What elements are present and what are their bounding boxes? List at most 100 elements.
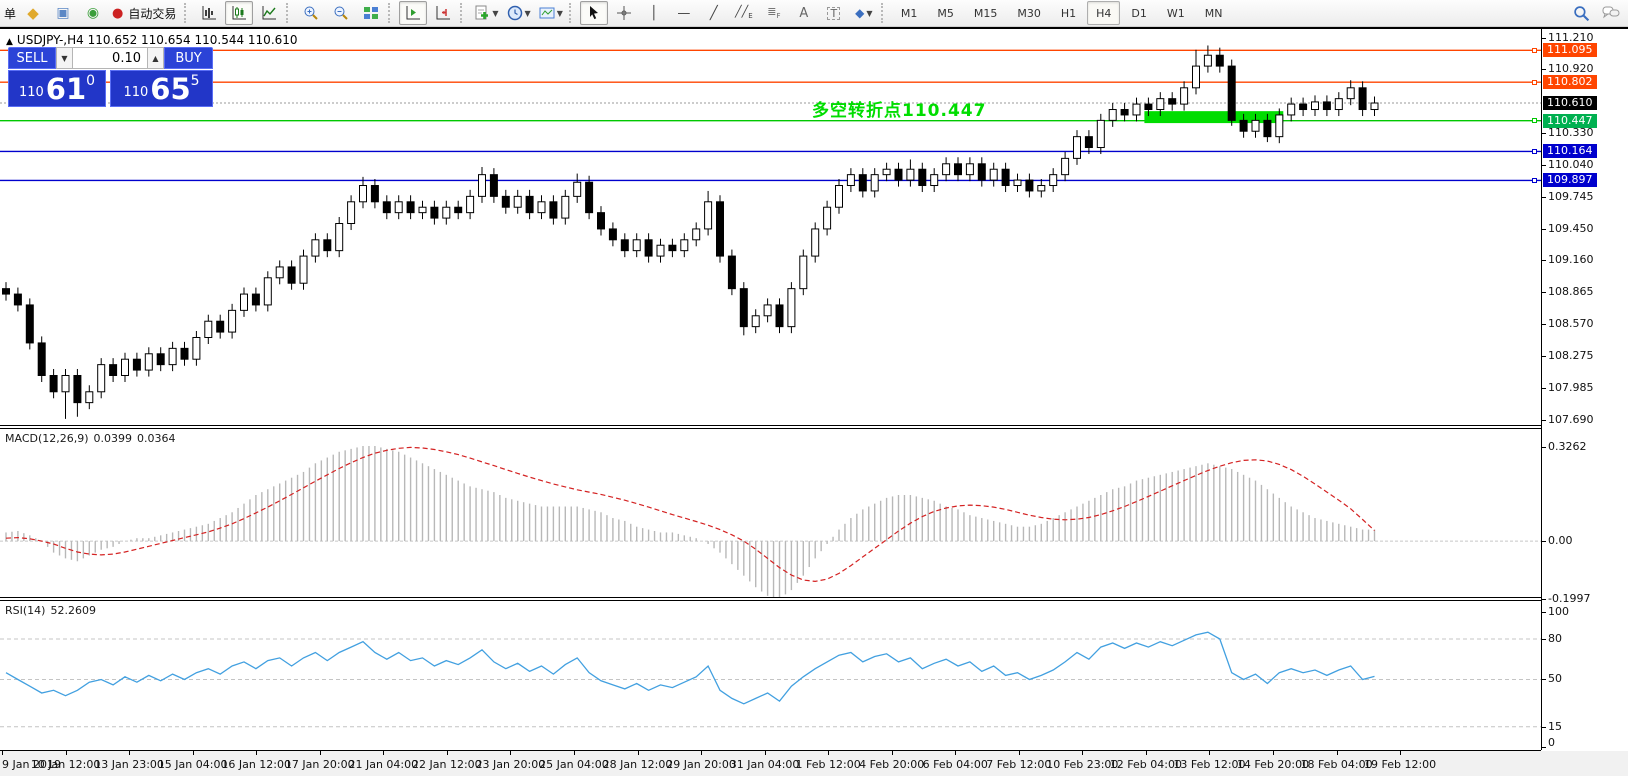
- candle: [38, 343, 45, 376]
- time-tick-mark: [574, 751, 575, 755]
- arrows-button[interactable]: ◆▼: [850, 1, 878, 25]
- axis-tick-mark: [1542, 612, 1546, 613]
- macd-panel[interactable]: MACD(12,26,9)0.03990.0364: [0, 429, 1541, 597]
- timeframe-button-MN[interactable]: MN: [1196, 1, 1232, 25]
- candlestick-chart-icon[interactable]: [225, 1, 253, 25]
- timeframe-button-M5[interactable]: M5: [928, 1, 963, 25]
- fibonacci-icon[interactable]: ≣F: [760, 1, 788, 25]
- text-label-icon[interactable]: T: [820, 1, 848, 25]
- time-tick-mark: [2, 751, 3, 755]
- candle: [371, 186, 378, 202]
- candle: [1145, 104, 1152, 109]
- volume-down-button[interactable]: ▼: [56, 47, 73, 69]
- candle: [252, 294, 259, 305]
- crosshair-icon[interactable]: [610, 1, 638, 25]
- candle: [669, 245, 676, 250]
- price-panel[interactable]: ▲USDJPY-,H4 110.652 110.654 110.544 110.…: [0, 29, 1541, 425]
- candle: [955, 164, 962, 175]
- timeframe-button-D1[interactable]: D1: [1122, 1, 1155, 25]
- text-icon[interactable]: A: [790, 1, 818, 25]
- axis-tick-mark: [1542, 38, 1546, 39]
- search-icon[interactable]: [1567, 1, 1595, 25]
- axis-tick-mark: [1542, 447, 1546, 448]
- candle: [800, 256, 807, 289]
- sell-price[interactable]: 110610: [8, 70, 106, 107]
- new-order-label[interactable]: 单: [4, 5, 16, 22]
- time-axis[interactable]: 9 Jan 201910 Jan 12:0013 Jan 23:0015 Jan…: [0, 751, 1628, 776]
- templates-button[interactable]: ▼: [536, 1, 566, 25]
- timeframe-button-H4[interactable]: H4: [1087, 1, 1120, 25]
- axis-tick-mark: [1542, 69, 1546, 70]
- volume-up-button[interactable]: ▲: [147, 47, 164, 69]
- candle: [133, 359, 140, 370]
- time-tick-mark: [701, 751, 702, 755]
- time-label: 10 Jan 12:00: [31, 758, 101, 771]
- bar-chart-icon[interactable]: [195, 1, 223, 25]
- equidistant-channel-icon[interactable]: ╱╱E: [730, 1, 758, 25]
- level-line-handle[interactable]: [1532, 178, 1537, 183]
- time-label: 21 Jan 04:00: [348, 758, 418, 771]
- signal-icon[interactable]: ◉: [79, 1, 107, 25]
- line-chart-icon[interactable]: [255, 1, 283, 25]
- pivot-annotation[interactable]: 多空转折点110.447: [812, 101, 986, 121]
- level-line-handle[interactable]: [1532, 80, 1537, 85]
- chat-icon[interactable]: [1597, 1, 1625, 25]
- price-axis[interactable]: 111.210110.920110.330110.040109.745109.4…: [1541, 29, 1628, 750]
- price-tick-label: 108.275: [1548, 349, 1594, 362]
- vertical-line-icon[interactable]: │: [640, 1, 668, 25]
- candle: [145, 354, 152, 370]
- time-tick-mark: [383, 751, 384, 755]
- main-toolbar: 单 ◆ ▣ ◉ ● 自动交易 ▼: [0, 0, 1628, 27]
- timeframe-button-H1[interactable]: H1: [1052, 1, 1085, 25]
- candle: [586, 182, 593, 212]
- timeframe-button-M15[interactable]: M15: [965, 1, 1007, 25]
- price-tick-label: 108.570: [1548, 317, 1594, 330]
- indicators-button[interactable]: ▼: [471, 1, 501, 25]
- horizontal-line-icon[interactable]: —: [670, 1, 698, 25]
- rsi-panel[interactable]: RSI(14)52.2609: [0, 601, 1541, 750]
- candle: [217, 321, 224, 332]
- periods-button[interactable]: ▼: [504, 1, 534, 25]
- time-tick-mark: [129, 751, 130, 755]
- candle: [574, 182, 581, 196]
- axis-tick-mark: [1542, 747, 1546, 748]
- zoom-in-icon[interactable]: [297, 1, 325, 25]
- axis-tick-mark: [1542, 599, 1546, 600]
- auto-scroll-icon[interactable]: [399, 1, 427, 25]
- axis-tick-mark: [1542, 388, 1546, 389]
- macd-value-main: 0.0399: [94, 432, 133, 445]
- cursor-icon[interactable]: [580, 1, 608, 25]
- zoom-out-icon[interactable]: [327, 1, 355, 25]
- trendline-icon[interactable]: ╱: [700, 1, 728, 25]
- level-line-handle[interactable]: [1532, 48, 1537, 53]
- rsi-value: 52.2609: [50, 604, 96, 617]
- chart-shift-icon[interactable]: [429, 1, 457, 25]
- candle: [824, 207, 831, 229]
- gold-icon[interactable]: ◆: [19, 1, 47, 25]
- autotrading-button[interactable]: ● 自动交易: [109, 1, 181, 25]
- tile-windows-icon[interactable]: [357, 1, 385, 25]
- candle: [645, 240, 652, 256]
- macd-label: MACD(12,26,9)0.03990.0364: [5, 432, 181, 445]
- buy-price[interactable]: 110655: [110, 70, 213, 107]
- candle: [538, 202, 545, 213]
- buy-button[interactable]: BUY: [164, 47, 213, 69]
- rsi-chart: [0, 601, 1541, 750]
- axis-tick-mark: [1542, 260, 1546, 261]
- support-zone-rectangle[interactable]: [1144, 111, 1283, 123]
- candle: [300, 256, 307, 283]
- timeframe-button-M30[interactable]: M30: [1008, 1, 1050, 25]
- candle: [990, 169, 997, 180]
- candle: [312, 240, 319, 256]
- sell-button[interactable]: SELL: [8, 47, 56, 69]
- rsi-label: RSI(14)52.2609: [5, 604, 101, 617]
- terminal-icon[interactable]: ▣: [49, 1, 77, 25]
- axis-tick-mark: [1542, 165, 1546, 166]
- level-line-handle[interactable]: [1532, 118, 1537, 123]
- timeframe-button-W1[interactable]: W1: [1158, 1, 1194, 25]
- collapse-triangle-icon[interactable]: ▲: [6, 37, 13, 47]
- level-line-handle[interactable]: [1532, 149, 1537, 154]
- volume-input[interactable]: 0.10: [73, 47, 147, 69]
- timeframe-button-M1[interactable]: M1: [892, 1, 927, 25]
- candle: [360, 186, 367, 202]
